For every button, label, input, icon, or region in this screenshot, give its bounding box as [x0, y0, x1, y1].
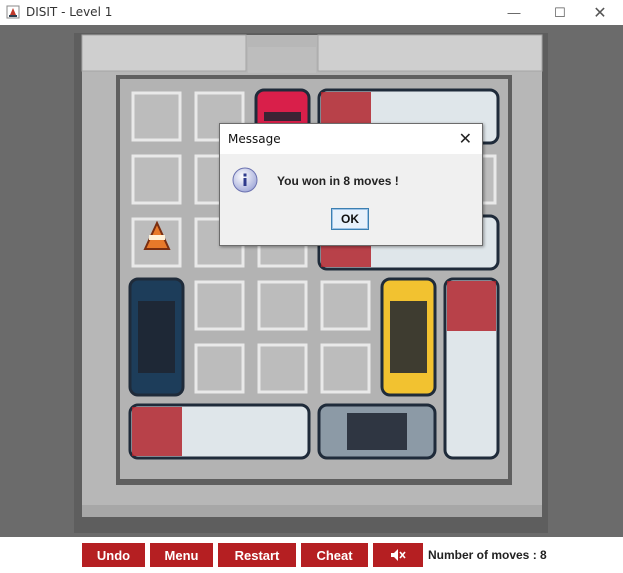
close-icon[interactable]: ✕ [577, 0, 623, 25]
speaker-muted-icon [391, 549, 406, 561]
grid-cell [257, 280, 308, 331]
restart-button[interactable]: Restart [218, 543, 296, 567]
dialog-close-icon[interactable]: ✕ [459, 129, 472, 149]
ok-button[interactable]: OK [331, 208, 369, 230]
message-dialog: Message ✕ You won in 8 moves ! OK [219, 123, 483, 246]
vehicle-white-truck-right[interactable] [443, 277, 500, 460]
game-stage [0, 25, 623, 537]
grid-cell [131, 91, 182, 142]
moves-counter: Number of moves : 8 [428, 548, 547, 562]
java-app-icon [6, 5, 20, 19]
dialog-message: You won in 8 moves ! [277, 174, 399, 188]
grid-cell [194, 280, 245, 331]
grid-cell [194, 343, 245, 394]
grid-cell [131, 154, 182, 205]
vehicle-police-car[interactable] [128, 277, 185, 397]
grid-cell [320, 280, 371, 331]
menu-button[interactable]: Menu [150, 543, 213, 567]
bottom-toolbar: Undo Menu Restart Cheat Number of moves … [0, 537, 623, 573]
window-title: DISIT - Level 1 [26, 5, 113, 19]
cheat-button[interactable]: Cheat [301, 543, 368, 567]
parking-board [74, 33, 548, 533]
dialog-title: Message [228, 132, 281, 146]
sound-toggle-button[interactable] [373, 543, 423, 567]
minimize-icon[interactable]: — [491, 0, 537, 25]
vehicle-yellow-taxi[interactable] [380, 277, 437, 397]
vehicle-grey-car[interactable] [317, 403, 437, 460]
grid-cell [320, 343, 371, 394]
info-icon [232, 167, 258, 193]
dialog-titlebar: Message ✕ [220, 124, 482, 154]
undo-button[interactable]: Undo [82, 543, 145, 567]
vehicle-white-truck-bottom[interactable] [128, 403, 311, 460]
window-titlebar: DISIT - Level 1 — ☐ ✕ [0, 0, 623, 25]
grid-cell [257, 343, 308, 394]
